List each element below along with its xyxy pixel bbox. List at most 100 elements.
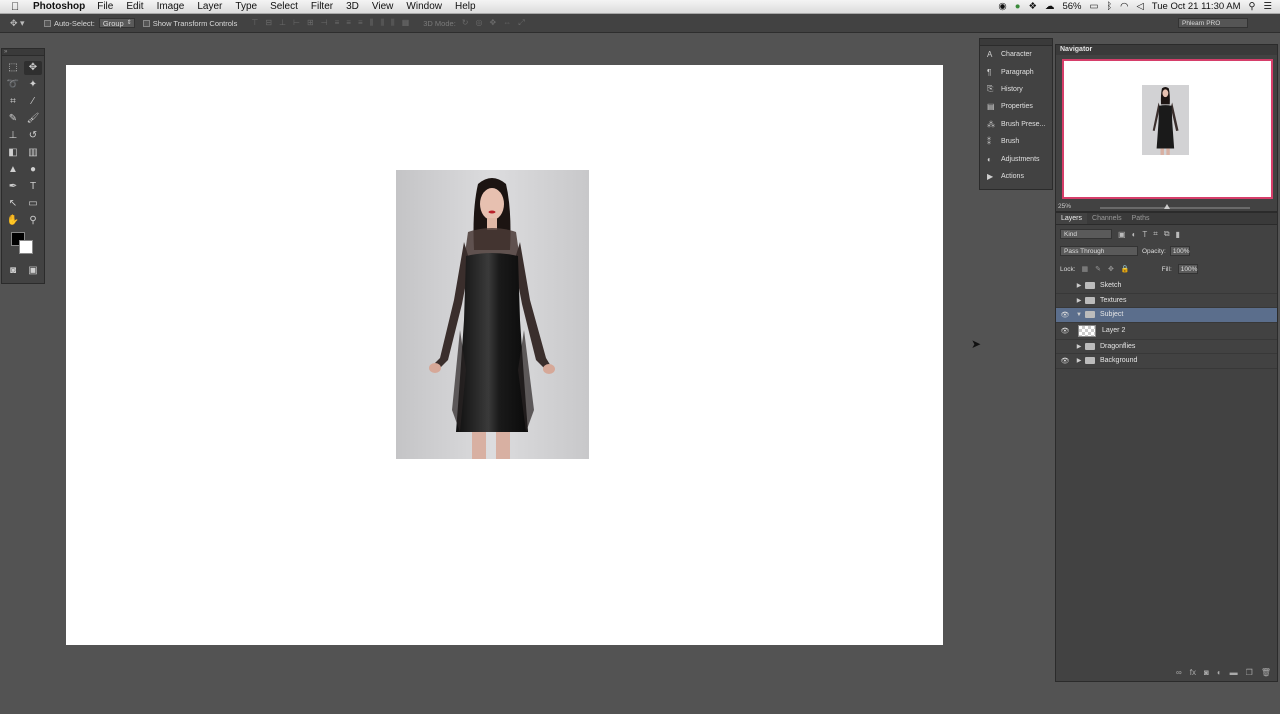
blend-mode-dropdown[interactable]: Pass Through [1060,246,1138,256]
dropbox-icon[interactable]: ❖ [1028,0,1037,14]
dock-item-brush-presets[interactable]: ⁂ Brush Prese... [980,116,1052,133]
menu-type[interactable]: Type [235,1,257,12]
navigator-tab[interactable]: Navigator [1056,45,1277,55]
navigator-view-box[interactable] [1062,59,1273,199]
layer-row-layer-2[interactable]: 👁 Layer 2 [1056,323,1277,340]
dock-header[interactable] [980,39,1052,46]
menu-image[interactable]: Image [157,1,185,12]
history-brush-tool-icon[interactable]: ↺ [24,129,42,143]
filter-shape-icon[interactable]: ⌗ [1153,229,1158,239]
battery-percent[interactable]: 56% [1062,0,1081,14]
auto-align-icon[interactable]: ▦ [402,18,410,28]
tab-layers[interactable]: Layers [1056,213,1088,224]
move-tool-icon[interactable]: ✥ [24,61,42,75]
zoom-tool-icon[interactable]: ⚲ [24,214,42,228]
clone-stamp-tool-icon[interactable]: ⊥ [4,129,22,143]
menu-window[interactable]: Window [406,1,442,12]
quick-mask-icon[interactable]: ◙ [4,264,22,278]
creative-cloud-icon[interactable]: ☁ [1045,0,1055,14]
record-icon[interactable]: ◉ [998,0,1006,14]
dock-item-history[interactable]: ⎘ History [980,81,1052,98]
rectangle-tool-icon[interactable]: ▭ [24,197,42,211]
filter-smart-object-icon[interactable]: ⧉ [1164,229,1170,239]
airplay-icon[interactable]: ▭ [1089,0,1098,14]
blur-tool-icon[interactable]: ▲ [4,163,22,177]
menu-edit[interactable]: Edit [126,1,143,12]
expand-arrow-icon[interactable]: ▶ [1074,357,1084,364]
hand-tool-icon[interactable]: ✋ [4,214,22,228]
eraser-tool-icon[interactable]: ◧ [4,146,22,160]
layer-row-sketch[interactable]: ▶ Sketch [1056,279,1277,294]
lock-all-icon[interactable]: 🔒 [1121,265,1130,273]
opacity-field[interactable]: 100% [1169,246,1190,256]
distribute-bottom-icon[interactable]: ≡ [358,18,363,28]
lock-transparent-icon[interactable]: ▦ [1082,265,1089,273]
layer-row-background[interactable]: 👁 ▶ Background [1056,354,1277,369]
expand-arrow-icon[interactable]: ▶ [1074,282,1084,289]
eye-icon[interactable]: 👁 [1056,327,1074,335]
align-top-icon[interactable]: ⊤ [251,18,258,28]
layer-style-icon[interactable]: fx [1190,668,1196,677]
filter-type-icon[interactable]: T [1142,230,1147,239]
layer-row-textures[interactable]: ▶ Textures [1056,294,1277,308]
notification-center-icon[interactable]: ☰ [1263,0,1272,14]
align-right-icon[interactable]: ⊣ [321,18,328,28]
align-bottom-icon[interactable]: ⊥ [279,18,286,28]
filter-pixel-icon[interactable]: ▣ [1118,230,1126,239]
menu-file[interactable]: File [97,1,113,12]
3d-rotate-icon[interactable]: ↻ [462,18,469,28]
new-group-icon[interactable]: ▬ [1230,668,1238,677]
new-adjustment-icon[interactable]: ◐ [1217,668,1222,677]
screen-mode-icon[interactable]: ▣ [24,264,42,278]
move-tool-preset-icon[interactable]: ✥ ▾ [10,18,44,29]
new-layer-icon[interactable]: ❐ [1246,668,1253,677]
tab-paths[interactable]: Paths [1127,213,1155,224]
3d-scale-icon[interactable]: ⤢ [518,18,524,28]
dock-item-actions[interactable]: ▶ Actions [980,168,1052,185]
brush-tool-icon[interactable]: 🖌 [24,112,42,126]
lasso-tool-icon[interactable]: ➰ [4,78,22,92]
path-selection-tool-icon[interactable]: ↖ [4,197,22,211]
distribute-vcenter-icon[interactable]: ≡ [346,18,351,28]
evernote-icon[interactable]: ● [1015,0,1021,14]
filter-adjustment-icon[interactable]: ◐ [1132,230,1137,239]
gradient-tool-icon[interactable]: ▥ [24,146,42,160]
collapse-arrow-icon[interactable]: ▼ [1074,312,1084,318]
fill-field[interactable]: 100% [1177,264,1198,274]
background-color-swatch[interactable] [19,240,33,254]
app-name-menu[interactable]: Photoshop [33,1,85,12]
3d-roll-icon[interactable]: ◎ [476,18,483,28]
3d-pan-icon[interactable]: ✥ [489,18,496,28]
menu-view[interactable]: View [372,1,394,12]
layer-row-dragonflies[interactable]: ▶ Dragonflies [1056,340,1277,354]
eyedropper-tool-icon[interactable]: ⁄ [24,95,42,109]
document-canvas[interactable] [66,65,943,645]
navigator-zoom-value[interactable]: 25% [1058,203,1071,210]
align-vcenter-icon[interactable]: ⊟ [265,18,272,28]
menu-layer[interactable]: Layer [197,1,222,12]
menu-3d[interactable]: 3D [346,1,359,12]
eye-icon[interactable]: 👁 [1056,357,1074,365]
layer-row-subject[interactable]: 👁 ▼ Subject [1056,308,1277,323]
link-layers-icon[interactable]: ∞ [1176,668,1182,677]
distribute-hcenter-icon[interactable]: ⫼ [380,18,384,28]
wifi-icon[interactable]: ◠ [1120,0,1128,14]
tools-panel-header[interactable]: » [2,49,44,56]
auto-select-dropdown[interactable]: Group [98,18,135,28]
dock-item-adjustments[interactable]: ◐ Adjustments [980,150,1052,167]
show-transform-checkbox[interactable] [142,19,150,27]
navigator-zoom-slider[interactable] [1100,204,1250,209]
lock-position-icon[interactable]: ✥ [1108,265,1114,273]
clock[interactable]: Tue Oct 21 11:30 AM [1152,0,1241,14]
crop-tool-icon[interactable]: ⌗ [4,95,22,109]
menu-help[interactable]: Help [455,1,476,12]
expand-arrow-icon[interactable]: ▶ [1074,343,1084,350]
dock-item-brush[interactable]: ⁑ Brush [980,133,1052,150]
distribute-left-icon[interactable]: ⫼ [370,18,374,28]
quick-selection-tool-icon[interactable]: ✦ [24,78,42,92]
spotlight-icon[interactable]: ⚲ [1249,0,1256,14]
apple-icon[interactable]:  [11,0,25,14]
dock-item-paragraph[interactable]: ¶ Paragraph [980,63,1052,80]
dock-item-properties[interactable]: ▤ Properties [980,98,1052,115]
tab-channels[interactable]: Channels [1087,213,1127,224]
